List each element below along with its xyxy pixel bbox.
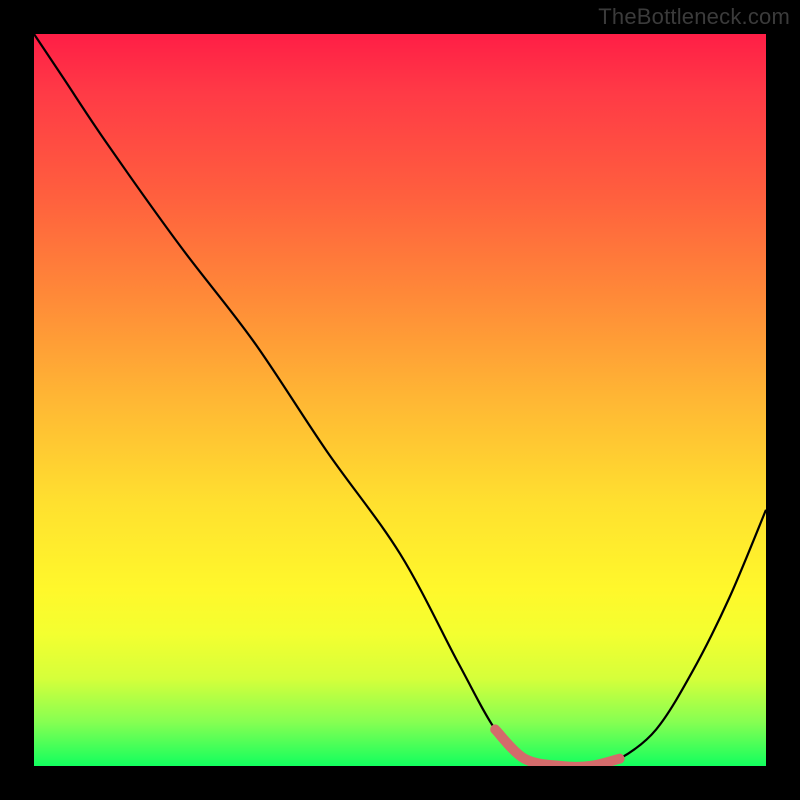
plot-area bbox=[34, 34, 766, 766]
highlight-region bbox=[34, 34, 766, 766]
chart-frame: TheBottleneck.com bbox=[0, 0, 800, 800]
bottleneck-curve bbox=[34, 34, 766, 766]
watermark-text: TheBottleneck.com bbox=[598, 4, 790, 30]
